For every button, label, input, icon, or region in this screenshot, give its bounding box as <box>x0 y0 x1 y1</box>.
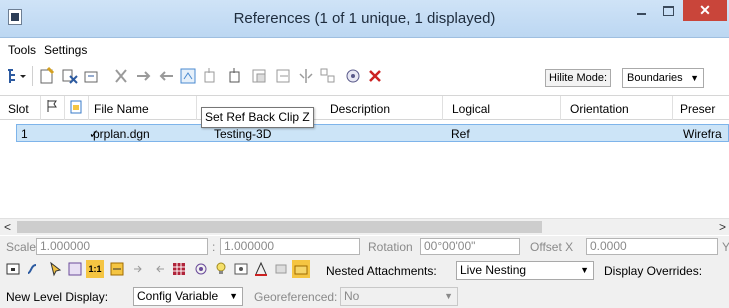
remove-icon[interactable] <box>365 66 385 86</box>
ignore-attachment-icon[interactable] <box>130 260 148 278</box>
lightbulb-icon[interactable] <box>212 260 230 278</box>
cell-slot: 1 <box>21 127 28 141</box>
horizontal-scrollbar[interactable]: < > <box>0 218 729 235</box>
new-level-display-value: Config Variable <box>137 289 219 303</box>
file-icon[interactable] <box>70 100 82 117</box>
column-description[interactable]: Description <box>330 102 390 116</box>
toolbar: Hilite Mode: Boundaries ▼ <box>0 62 729 92</box>
nested-attachments-select[interactable]: Live Nesting ▼ <box>456 261 594 280</box>
scissors-icon[interactable] <box>112 66 132 86</box>
column-orientation[interactable]: Orientation <box>570 102 629 116</box>
tree-view-icon[interactable] <box>6 66 26 86</box>
nested-attachments-label: Nested Attachments: <box>326 264 437 278</box>
nested-attachments-value: Live Nesting <box>460 263 527 277</box>
snap-icon[interactable] <box>24 260 42 278</box>
clip-front-icon[interactable] <box>200 66 220 86</box>
scale-label: Scale <box>6 240 37 254</box>
scale-field-1[interactable]: 1.000000 <box>36 238 208 255</box>
folder-icon[interactable] <box>292 260 310 278</box>
new-level-display-label: New Level Display: <box>6 290 109 304</box>
settings-icon[interactable] <box>192 260 210 278</box>
cell-presentation: Wirefra <box>683 127 722 141</box>
print-icon[interactable] <box>272 260 290 278</box>
column-logical[interactable]: Logical <box>452 102 490 116</box>
table-header: Slot File Name Description Logical Orien… <box>0 96 729 120</box>
clip-back-icon[interactable] <box>225 66 245 86</box>
chevron-down-icon: ▼ <box>444 291 453 301</box>
new-level-display-select[interactable]: Config Variable ▼ <box>133 287 243 306</box>
menu-bar: Tools Settings <box>0 38 729 60</box>
scroll-left-icon[interactable]: < <box>4 220 11 234</box>
cell-logical: Ref <box>451 127 470 141</box>
ref-display-icon[interactable] <box>66 260 84 278</box>
column-slot[interactable]: Slot <box>8 102 29 116</box>
true-scale-icon[interactable]: 1:1 <box>86 260 104 278</box>
rotate-icon[interactable] <box>343 66 363 86</box>
references-table: Slot File Name Description Logical Orien… <box>0 95 729 230</box>
minimize-button[interactable] <box>628 0 654 21</box>
grid-icon[interactable] <box>170 260 188 278</box>
offset-x-label: Offset X <box>530 240 574 254</box>
move-reference-icon[interactable] <box>134 66 154 86</box>
rotation-label: Rotation <box>368 240 413 254</box>
title-bar: References (1 of 1 unique, 1 displayed) … <box>0 0 729 38</box>
cell-file: prplan.dgn <box>93 127 150 141</box>
scroll-thumb[interactable] <box>17 221 542 233</box>
chevron-down-icon: ▼ <box>229 291 238 301</box>
view-icon[interactable] <box>232 260 250 278</box>
flag-icon[interactable] <box>46 99 58 116</box>
chevron-down-icon: ▼ <box>580 265 589 275</box>
reload-reference-icon[interactable] <box>82 66 102 86</box>
window-title: References (1 of 1 unique, 1 displayed) <box>233 10 496 27</box>
menu-tools[interactable]: Tools <box>8 43 36 57</box>
hilite-mode-select[interactable]: Boundaries ▼ <box>622 68 704 88</box>
locate-icon[interactable] <box>46 260 64 278</box>
georeferenced-select[interactable]: No ▼ <box>340 287 458 306</box>
scale-field-2[interactable]: 1.000000 <box>220 238 360 255</box>
use-lights-icon[interactable] <box>150 260 168 278</box>
scale-icon[interactable] <box>318 66 338 86</box>
maximize-button[interactable] <box>655 0 681 21</box>
georeferenced-label: Georeferenced: <box>254 290 338 304</box>
scroll-right-icon[interactable]: > <box>719 220 726 234</box>
hilite-mode-value: Boundaries <box>627 72 683 84</box>
offset-x-field[interactable]: 0.0000 <box>586 238 718 255</box>
copy-reference-icon[interactable] <box>156 66 176 86</box>
clip-mask-icon[interactable] <box>250 66 270 86</box>
chevron-down-icon: ▼ <box>690 73 699 83</box>
rotation-field[interactable]: 00°00'00" <box>420 238 520 255</box>
delete-clip-icon[interactable] <box>274 66 294 86</box>
detach-reference-icon[interactable] <box>60 66 80 86</box>
mirror-icon[interactable] <box>296 66 316 86</box>
text-color-icon[interactable] <box>252 260 270 278</box>
georeferenced-value: No <box>344 289 360 303</box>
table-row[interactable]: 1 ✓ prplan.dgn Testing-3D Ref Wirefra <box>16 124 729 142</box>
cell-description: Testing-3D <box>214 127 272 141</box>
clip-boundary-icon[interactable] <box>178 66 198 86</box>
scale-colon: : <box>212 240 216 254</box>
close-button[interactable]: ✕ <box>683 0 727 21</box>
scale-line-styles-icon[interactable] <box>108 260 126 278</box>
column-file-name[interactable]: File Name <box>94 102 149 116</box>
hilite-mode-label: Hilite Mode: <box>545 69 612 87</box>
display-icon[interactable] <box>4 260 22 278</box>
offset-y-label: Y <box>722 240 729 254</box>
display-overrides-label: Display Overrides: <box>604 264 703 278</box>
settings-panel: Scale 1.000000 : 1.000000 Rotation 00°00… <box>0 236 729 308</box>
tooltip: Set Ref Back Clip Z <box>201 107 314 128</box>
column-presentation[interactable]: Preser <box>680 102 715 116</box>
menu-settings[interactable]: Settings <box>44 43 87 57</box>
attach-reference-icon[interactable] <box>38 66 58 86</box>
